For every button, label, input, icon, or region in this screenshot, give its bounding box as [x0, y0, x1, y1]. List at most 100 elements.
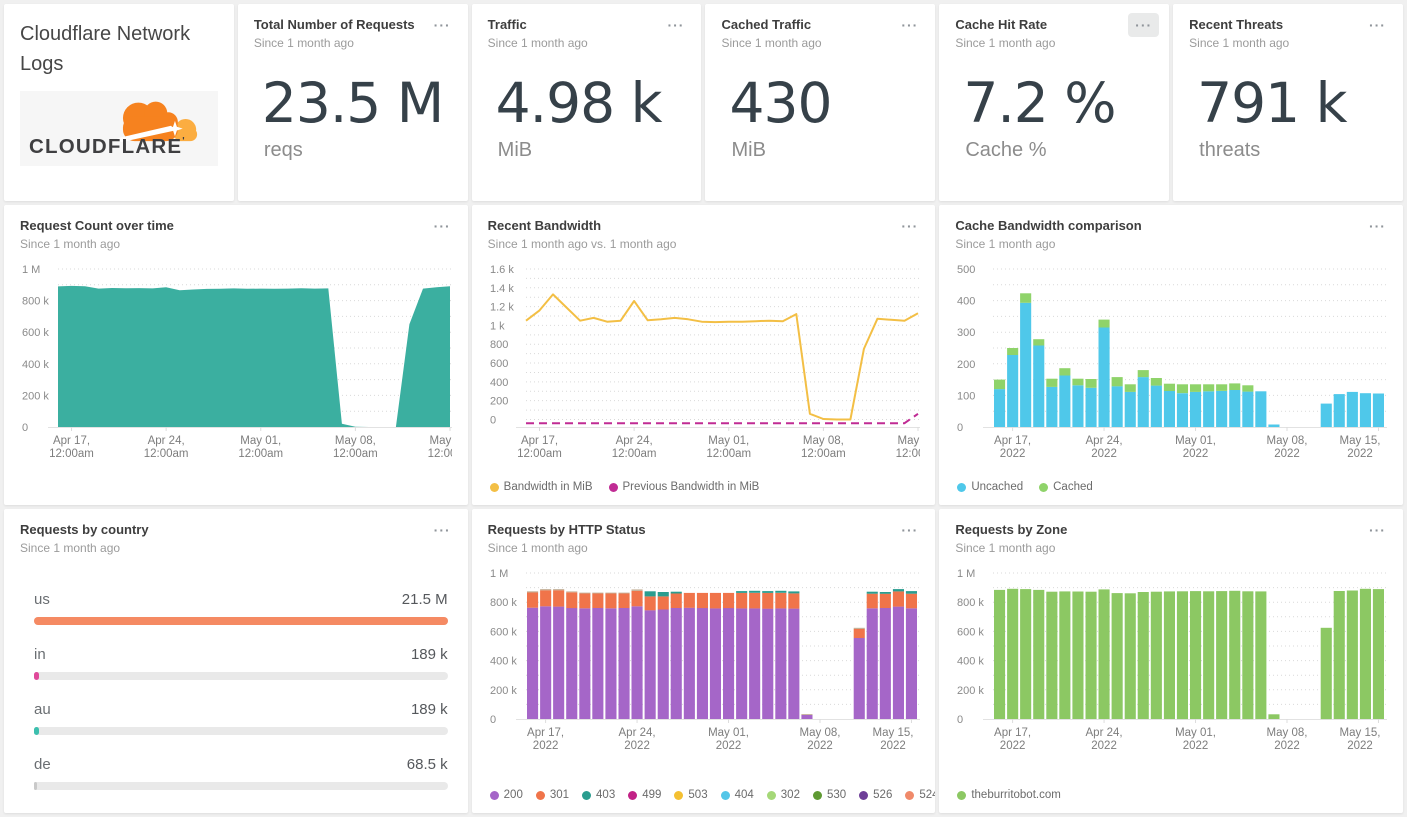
requests-by-zone-chart: 0 200 k 400 k 600 k 800 k 1 M Apr 17, 2022 Apr 2… [955, 565, 1388, 760]
legend-item[interactable]: Previous Bandwidth in MiB [608, 481, 759, 493]
country-bar-track [34, 727, 448, 736]
dashboard: Cloudflare Network Logs CLOUDFLARE' ··· … [0, 0, 1407, 817]
card-dashboard-header: Cloudflare Network Logs CLOUDFLARE' [4, 4, 234, 201]
svg-text:Apr 24,12:00am: Apr 24, 12:00am [611, 435, 656, 460]
card-menu-icon[interactable] [1362, 13, 1393, 37]
card-title: Cached Traffic [721, 17, 812, 32]
card-menu-icon[interactable] [660, 13, 691, 37]
stat-unit: threats [1199, 139, 1261, 161]
requests-by-country-list: us 21.5 M in 189 k au 189 k de 68.5 k [20, 565, 452, 791]
svg-text:1.2 k: 1.2 k [490, 302, 514, 314]
svg-text:300: 300 [957, 327, 975, 339]
legend-label: 524 [919, 789, 935, 801]
svg-text:800 k: 800 k [957, 597, 984, 609]
legend-item[interactable]: 503 [674, 789, 708, 801]
country-row: de 68.5 k [20, 756, 452, 791]
stat-unit: MiB [731, 139, 766, 161]
legend-item[interactable]: 499 [628, 789, 661, 801]
request-count-plot[interactable]: 0 200 k 400 k 600 k 800 k 1 M Apr 17, 12:00am Ap… [20, 261, 468, 463]
card-menu-icon[interactable] [1362, 214, 1393, 238]
legend-item[interactable]: theburritobot.com [957, 789, 1061, 801]
dashboard-title: Cloudflare Network Logs [20, 23, 191, 75]
legend-item[interactable]: 200 [489, 789, 523, 801]
svg-text:0: 0 [22, 422, 28, 434]
card-cached-traffic: Cached Traffic Since 1 month ago 430 MiB [705, 4, 936, 201]
legend-item[interactable]: 403 [582, 789, 615, 801]
stat-value: 7.2 % [963, 71, 1116, 136]
legend-label: 200 [503, 789, 523, 801]
card-title: Requests by Zone [955, 522, 1068, 537]
country-value: 68.5 k [406, 756, 448, 774]
requests-by-zone-plot[interactable]: 0 200 k 400 k 600 k 800 k 1 M Apr 17, 2022 Apr 2… [955, 565, 1388, 755]
svg-text:Apr 17,2022: Apr 17, 2022 [527, 727, 564, 752]
svg-text:400 k: 400 k [22, 359, 49, 371]
card-title: Cache Hit Rate [955, 17, 1048, 32]
stat-unit: MiB [497, 139, 533, 161]
stat-unit: Cache % [965, 139, 1047, 161]
svg-text:0: 0 [957, 422, 963, 434]
legend-item[interactable]: Cached [1039, 481, 1093, 493]
recent-bandwidth-chart: 0 200 400 600 800 1 k 1.2 k 1.4 k 1.6 k Apr 17, 12… [488, 261, 936, 468]
legend-item[interactable]: 302 [766, 789, 800, 801]
card-menu-icon[interactable] [427, 13, 458, 37]
country-value: 21.5 M [401, 591, 448, 609]
svg-text:600 k: 600 k [957, 627, 984, 639]
card-menu-icon[interactable] [1362, 518, 1393, 542]
svg-text:May 01,2022: May 01, 2022 [1175, 727, 1216, 752]
card-requests-by-country: Requests by country Since 1 month ago us… [4, 509, 468, 813]
legend-item[interactable]: Bandwidth in MiB [489, 481, 593, 493]
legend-item[interactable]: Uncached [957, 481, 1023, 493]
http-status-plot[interactable]: 0 200 k 400 k 600 k 800 k 1 M Apr 17, 2022 Apr 2… [488, 565, 920, 755]
svg-text:200: 200 [490, 396, 508, 408]
svg-text:200: 200 [957, 359, 975, 371]
svg-text:400: 400 [957, 296, 975, 308]
legend-item[interactable]: 404 [720, 789, 754, 801]
legend-label: 499 [642, 789, 662, 801]
card-menu-icon[interactable] [427, 518, 458, 542]
card-title: Total Number of Requests [253, 17, 415, 32]
recent-bandwidth-plot[interactable]: 0 200 400 600 800 1 k 1.2 k 1.4 k 1.6 k Apr 17, 12… [488, 261, 936, 463]
svg-text:400 k: 400 k [490, 656, 517, 668]
svg-text:May 01,2022: May 01, 2022 [708, 727, 749, 752]
card-menu-icon[interactable] [427, 214, 458, 238]
svg-text:May 15,12:00am: May 15,12:00am [428, 435, 452, 460]
svg-text:200 k: 200 k [957, 685, 984, 697]
card-menu-icon[interactable] [894, 214, 925, 238]
legend-label: theburritobot.com [971, 789, 1061, 801]
stat-value: 430 [729, 71, 832, 136]
svg-text:May 01,12:00am: May 01, 12:00am [238, 435, 283, 460]
chart-legend: Bandwidth in MiB Previous Bandwidth in Mi… [488, 477, 920, 497]
legend-label: Bandwidth in MiB [503, 481, 593, 493]
svg-text:400 k: 400 k [957, 656, 984, 668]
card-title: Recent Bandwidth [487, 218, 602, 233]
svg-text:1 M: 1 M [22, 264, 40, 276]
legend-item[interactable]: 301 [535, 789, 569, 801]
legend-item[interactable]: 530 [812, 789, 846, 801]
legend-item[interactable]: 526 [859, 789, 892, 801]
legend-label: 526 [873, 789, 893, 801]
card-menu-icon[interactable] [894, 13, 925, 37]
svg-text:Apr 24,12:00am: Apr 24, 12:00am [144, 435, 189, 460]
svg-text:May 08,12:00am: May 08, 12:00am [801, 435, 846, 460]
svg-text:May 15,2022: May 15, 2022 [872, 727, 913, 752]
legend-label: 503 [688, 789, 708, 801]
svg-text:1.4 k: 1.4 k [490, 283, 514, 295]
country-bar-track [34, 672, 448, 681]
svg-text:May 01,2022: May 01, 2022 [1175, 435, 1216, 460]
svg-text:May 08,12:00am: May 08, 12:00am [333, 435, 378, 460]
svg-text:May 08,2022: May 08, 2022 [1267, 435, 1308, 460]
legend-dot [489, 790, 499, 800]
legend-item[interactable]: 524 [905, 789, 935, 801]
legend-dot [1039, 482, 1049, 492]
card-http-status: Requests by HTTP Status Since 1 month ag… [471, 509, 936, 813]
card-menu-icon[interactable] [894, 518, 925, 542]
card-subtitle: Since 1 month ago [1189, 36, 1290, 51]
svg-text:0: 0 [490, 714, 496, 726]
request-count-chart: 0 200 k 400 k 600 k 800 k 1 M Apr 17, 12:00am Ap… [20, 261, 468, 468]
svg-text:200 k: 200 k [22, 391, 49, 403]
card-menu-icon[interactable] [1128, 13, 1160, 37]
svg-text:100: 100 [957, 391, 975, 403]
cache-bandwidth-plot[interactable]: 0 100 200 300 400 500 Apr 17, 2022 Apr 24, 2022 Ma… [955, 261, 1388, 463]
stat-value: 23.5 M [261, 71, 444, 136]
svg-text:Apr 17,12:00am: Apr 17, 12:00am [49, 435, 94, 460]
